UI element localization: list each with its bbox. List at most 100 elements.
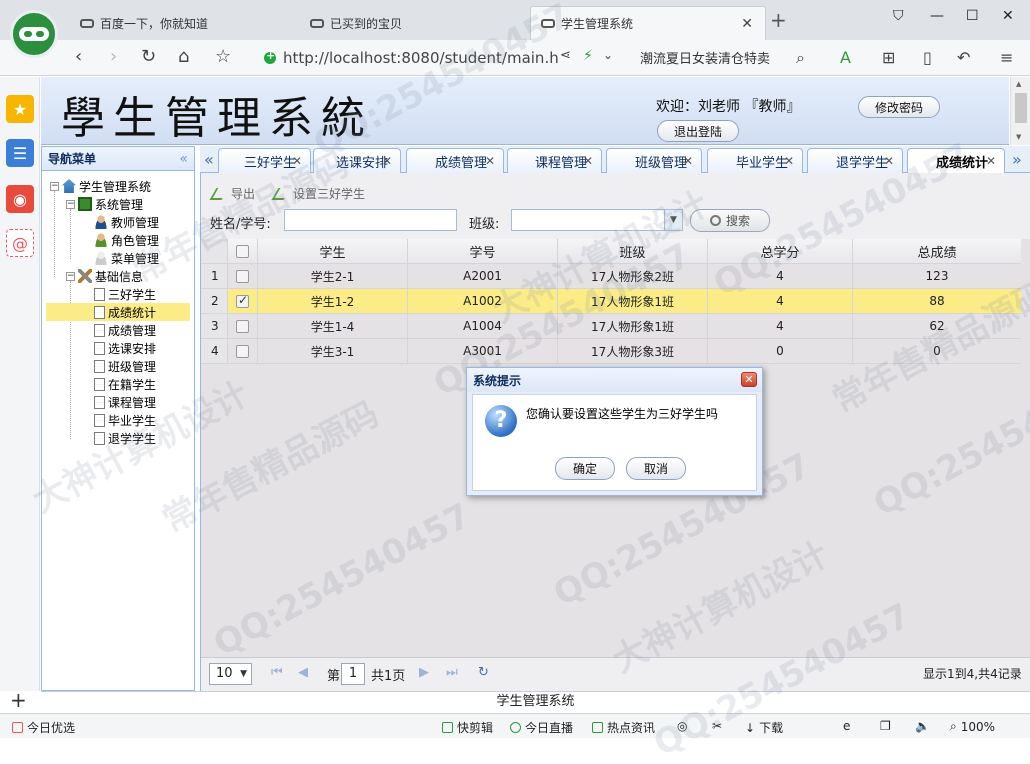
tab-close-icon[interactable]: ✕ — [884, 154, 894, 168]
home-icon[interactable]: ⌂ — [178, 46, 189, 67]
row-checkbox-checked[interactable] — [236, 293, 249, 308]
today-picks[interactable]: 今日优选 — [12, 719, 75, 736]
sound-icon[interactable]: 🔈 — [915, 719, 930, 733]
tree-item-dropped[interactable]: 退学学生 — [94, 429, 156, 447]
weibo-icon[interactable]: ◉ — [6, 185, 34, 213]
tab-close-icon[interactable]: ✕ — [382, 154, 392, 168]
forward-icon[interactable]: › — [110, 46, 117, 67]
page-number-input[interactable]: 1 — [341, 663, 365, 685]
tree-item-role[interactable]: 角色管理 — [94, 231, 159, 249]
tabs-scroll-left-icon[interactable]: « — [204, 150, 214, 169]
window-close-button[interactable]: ✕ — [1002, 8, 1014, 24]
tree-item-excellent[interactable]: 三好学生 — [94, 285, 190, 303]
tab-close-icon[interactable]: ✕ — [485, 154, 495, 168]
column-header[interactable]: 学生 — [258, 239, 408, 263]
tab-score-mgmt[interactable]: 成绩管理 ✕ — [406, 148, 504, 173]
table-row[interactable]: 4 学生3-1 A3001 17人物形象3班 0 0 — [201, 339, 1021, 364]
column-header[interactable]: 学号 — [408, 239, 558, 263]
window-icon[interactable]: ❐ — [880, 719, 891, 733]
page-scrollbar[interactable]: ▲ ▼ — [1010, 77, 1030, 145]
table-row[interactable]: 1 学生2-1 A2001 17人物形象2班 4 123 — [201, 264, 1021, 289]
table-row-selected[interactable]: 2 学生1-2 A1002 17人物形象1班 4 88 — [201, 289, 1021, 314]
status-item-download[interactable]: ↓ 下载 — [745, 719, 783, 736]
search-input[interactable]: 潮流夏日女装清仓特卖 — [640, 48, 815, 67]
tree-item-course-mgmt[interactable]: 课程管理 — [94, 393, 156, 411]
tree-root[interactable]: − 学生管理系统 — [50, 177, 151, 195]
column-header[interactable]: 总成绩 — [853, 239, 1021, 263]
tab-close-icon[interactable]: ✕ — [741, 16, 753, 32]
browser-tab-student[interactable]: 学生管理系统 ✕ — [530, 6, 766, 40]
tabs-scroll-right-icon[interactable]: » — [1012, 150, 1022, 169]
set-excellent-button[interactable]: 设置三好学生 — [271, 185, 365, 202]
name-input[interactable] — [284, 209, 457, 231]
tab-close-icon[interactable]: ✕ — [683, 154, 693, 168]
first-page-icon[interactable]: ⏮ — [271, 665, 283, 680]
tab-close-icon[interactable]: ✕ — [784, 154, 794, 168]
status-item-live[interactable]: 今日直播 — [510, 719, 573, 736]
prev-page-icon[interactable]: ◀ — [298, 665, 308, 680]
select-all-checkbox[interactable] — [236, 244, 249, 258]
menu-icon[interactable]: ≡ — [1000, 48, 1013, 67]
tree-item-teacher[interactable]: 教师管理 — [94, 213, 159, 231]
row-checkbox[interactable] — [236, 269, 249, 283]
minimize-button[interactable]: — — [930, 8, 944, 24]
tree-item-score-mgmt[interactable]: 成绩管理 — [94, 321, 156, 339]
export-button[interactable]: 导出 — [209, 185, 255, 202]
browser-tab-baidu[interactable]: 百度一下，你就知道 — [70, 6, 295, 40]
browser-tab-taobao[interactable]: 已买到的宝贝 — [300, 6, 525, 40]
globe-icon[interactable]: ◎ — [677, 719, 687, 733]
collapse-toggle-icon[interactable]: − — [66, 199, 75, 209]
last-page-icon[interactable]: ⏭ — [446, 665, 458, 680]
collapse-icon[interactable]: « — [179, 151, 188, 167]
tab-close-icon[interactable]: ✕ — [292, 154, 302, 168]
search-button[interactable]: 搜索 — [690, 209, 770, 232]
new-tab-button[interactable]: + — [770, 8, 787, 32]
tab-graduated[interactable]: 毕业学生 ✕ — [707, 148, 803, 173]
translate-icon[interactable]: A — [840, 48, 851, 67]
undo-icon[interactable]: ↶ — [957, 48, 970, 67]
tab-excellent[interactable]: 三好学生 ✕ — [218, 148, 311, 173]
tree-item-graduated[interactable]: 毕业学生 — [94, 411, 156, 429]
list-icon[interactable]: ☰ — [6, 139, 34, 167]
logout-button[interactable]: 退出登陆 — [657, 120, 739, 142]
tree-group-system[interactable]: − 系统管理 — [66, 195, 143, 213]
tree-item-class-mgmt[interactable]: 班级管理 — [94, 357, 156, 375]
chevron-down-icon[interactable]: ▼ — [664, 210, 682, 230]
tab-close-icon[interactable]: ✕ — [986, 154, 996, 168]
refresh-icon[interactable]: ↻ — [478, 665, 489, 680]
ie-icon[interactable]: e — [843, 719, 850, 733]
change-password-button[interactable]: 修改密码 — [858, 96, 940, 118]
shirt-icon[interactable]: ⛉ — [893, 8, 904, 24]
ok-button[interactable]: 确定 — [555, 457, 615, 480]
favorites-icon[interactable]: ★ — [6, 95, 34, 123]
tree-item-course-select[interactable]: 选课安排 — [94, 339, 156, 357]
tab-course-select[interactable]: 选课安排 ✕ — [313, 148, 401, 173]
back-icon[interactable]: ‹ — [75, 46, 82, 67]
mail-icon[interactable]: @ — [6, 229, 34, 257]
next-page-icon[interactable]: ▶ — [419, 665, 429, 680]
share-icon[interactable]: ⋖ — [560, 48, 571, 63]
chevron-down-icon[interactable]: ⌄ — [603, 48, 613, 62]
tree-item-score-stats[interactable]: 成绩统计 — [46, 303, 190, 321]
table-row[interactable]: 3 学生1-4 A1004 17人物形象1班 4 62 — [201, 314, 1021, 339]
page-size-select[interactable]: 10 — [209, 663, 252, 685]
star-icon[interactable]: ☆ — [215, 46, 231, 67]
apps-icon[interactable]: ⊞ — [882, 48, 895, 67]
dialog-close-icon[interactable]: ✕ — [741, 372, 757, 387]
row-checkbox[interactable] — [236, 319, 249, 333]
tab-close-icon[interactable]: ✕ — [583, 154, 593, 168]
class-select[interactable]: ▼ — [511, 209, 683, 231]
search-icon[interactable]: ⌕ — [796, 48, 805, 68]
browser-logo-icon[interactable] — [10, 10, 58, 58]
column-header[interactable]: 班级 — [558, 239, 708, 263]
collapse-toggle-icon[interactable]: − — [66, 271, 75, 281]
tree-item-menu[interactable]: 菜单管理 — [94, 249, 159, 267]
tab-class-mgmt[interactable]: 班级管理 ✕ — [606, 148, 702, 173]
tree-group-base[interactable]: − 基础信息 — [66, 267, 143, 285]
zoom-level[interactable]: ⌕ 100% — [950, 719, 995, 734]
url-field[interactable]: http://localhost:8080/student/main.h — [258, 45, 628, 71]
column-header[interactable]: 总学分 — [708, 239, 853, 263]
tab-dropped[interactable]: 退学学生 ✕ — [807, 148, 903, 173]
reload-icon[interactable]: ↻ — [141, 46, 156, 67]
cancel-button[interactable]: 取消 — [626, 457, 686, 480]
